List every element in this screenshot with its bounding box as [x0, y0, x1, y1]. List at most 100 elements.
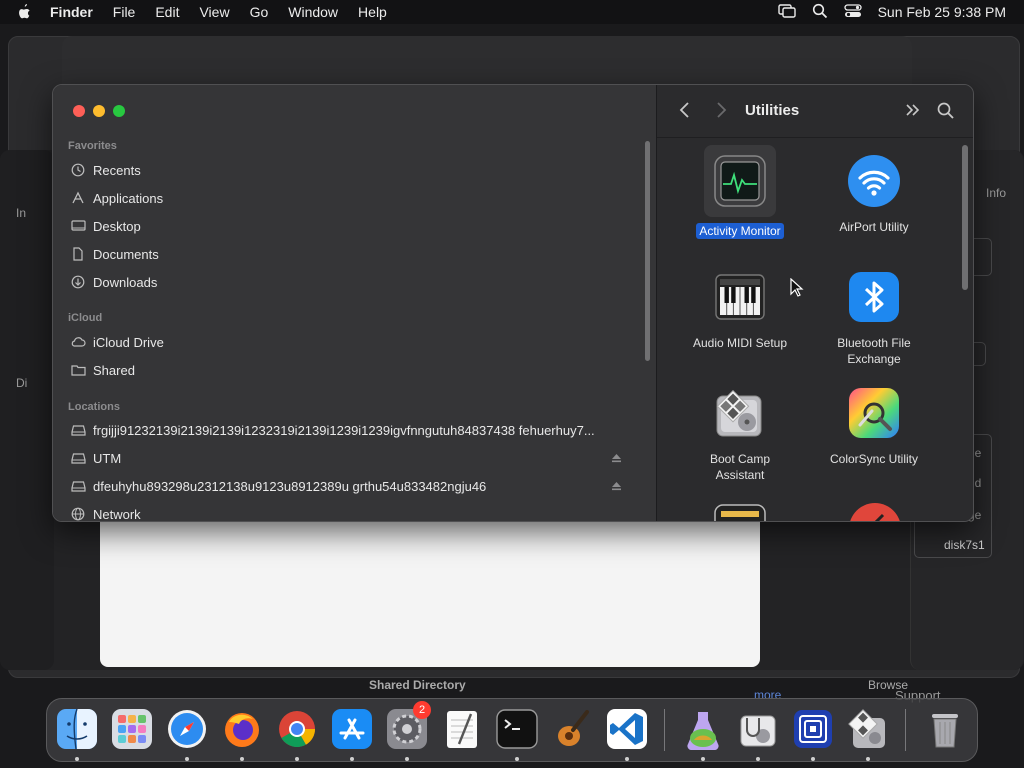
applications-icon — [69, 190, 87, 206]
app-activity-monitor[interactable]: Activity Monitor — [680, 145, 800, 239]
menu-view[interactable]: View — [199, 4, 229, 20]
wifi-icon — [842, 149, 906, 213]
document-icon — [69, 246, 87, 262]
dock-app-store-icon[interactable] — [330, 707, 374, 751]
dock-disk-utility-icon[interactable] — [681, 707, 725, 751]
sidebar-item-label: iCloud Drive — [93, 334, 164, 350]
finder-content: Utilities Activity Monitor AirPort Utili… — [656, 85, 973, 521]
mouse-pointer-icon — [790, 277, 804, 303]
sidebar-scrollbar[interactable] — [645, 141, 650, 361]
shared-folder-icon — [69, 362, 87, 378]
dock-garageband-icon[interactable] — [550, 707, 594, 751]
app-audio-midi-setup[interactable]: Audio MIDI Setup — [680, 265, 800, 351]
app-label: AirPort Utility — [839, 220, 909, 234]
menu-bar: Finder File Edit View Go Window Help Sun… — [0, 0, 1024, 24]
sidebar-item-network[interactable]: Network — [69, 503, 141, 521]
running-indicator — [405, 757, 409, 761]
disk-icon — [69, 478, 87, 494]
dock-utm-icon[interactable] — [791, 707, 835, 751]
dock-vscode-icon[interactable] — [605, 707, 649, 751]
download-icon — [69, 274, 87, 290]
disk-icon — [69, 450, 87, 466]
app-bluetooth-file-exchange[interactable]: Bluetooth File Exchange — [814, 265, 934, 367]
app-label: Bluetooth File Exchange — [814, 335, 934, 367]
dock-launchpad-icon[interactable] — [110, 707, 154, 751]
running-indicator — [701, 757, 705, 761]
dock-safari-icon[interactable] — [165, 707, 209, 751]
app-colorsync-utility[interactable]: ColorSync Utility — [814, 381, 934, 467]
dock-system-settings-icon[interactable]: 2 — [385, 701, 431, 751]
app-label-line-1: Bluetooth File — [837, 336, 911, 350]
dock-firefox-icon[interactable] — [220, 707, 264, 751]
dock-utility-icon[interactable] — [736, 707, 780, 751]
zoom-button[interactable] — [113, 105, 125, 117]
sidebar-item-shared[interactable]: Shared — [69, 359, 135, 381]
toolbar-overflow-icon[interactable] — [905, 103, 921, 122]
search-icon[interactable] — [937, 102, 954, 124]
dock: 2 — [46, 698, 978, 762]
dock-trash-icon[interactable] — [923, 707, 967, 751]
apple-menu-icon[interactable] — [16, 3, 36, 21]
eject-icon[interactable] — [611, 451, 622, 466]
dock-boot-camp-icon[interactable] — [846, 707, 890, 751]
sidebar-item-label: Documents — [93, 246, 159, 262]
folder-title: Utilities — [745, 102, 800, 119]
forward-chevron-icon[interactable] — [715, 101, 727, 124]
menu-help[interactable]: Help — [358, 4, 387, 20]
sidebar-item-utm[interactable]: UTM — [69, 447, 649, 469]
dock-chrome-icon[interactable] — [275, 707, 319, 751]
console-icon[interactable] — [713, 503, 767, 521]
running-indicator — [756, 757, 760, 761]
info-label[interactable]: Info — [986, 186, 1006, 200]
sidebar-item-icloud-drive[interactable]: iCloud Drive — [69, 331, 164, 353]
sidebar-item-documents[interactable]: Documents — [69, 243, 159, 265]
desktop-icon — [69, 218, 87, 234]
locations-header: Locations — [68, 401, 120, 413]
menu-go[interactable]: Go — [250, 4, 269, 20]
running-indicator — [75, 757, 79, 761]
disk-icon — [69, 422, 87, 438]
sidebar-item-label: Downloads — [93, 274, 158, 290]
piano-keyboard-icon — [708, 265, 772, 329]
content-scrollbar[interactable] — [962, 145, 968, 290]
sidebar-item-location-3[interactable]: dfeuhyhu893298u2312138u9123u8912389u grt… — [69, 475, 649, 497]
running-indicator — [811, 757, 815, 761]
dock-terminal-icon[interactable] — [495, 707, 539, 751]
app-boot-camp-assistant[interactable]: Boot Camp Assistant — [680, 381, 800, 483]
menu-file[interactable]: File — [113, 4, 136, 20]
control-center-icon[interactable] — [843, 3, 862, 21]
eject-icon[interactable] — [611, 479, 622, 494]
running-indicator — [240, 757, 244, 761]
app-airport-utility[interactable]: AirPort Utility — [814, 149, 934, 235]
menu-app-name[interactable]: Finder — [50, 4, 93, 20]
screen-mirroring-icon[interactable] — [777, 3, 796, 21]
dock-separator — [664, 709, 665, 751]
sidebar-item-applications[interactable]: Applications — [69, 187, 163, 209]
shared-directory-label: Shared Directory — [369, 678, 466, 692]
app-label-line-2: Exchange — [847, 352, 901, 366]
sidebar-item-downloads[interactable]: Downloads — [69, 271, 157, 293]
back-chevron-icon[interactable] — [679, 101, 691, 124]
finder-window: Favorites Recents Applications Desktop D… — [52, 84, 974, 522]
menu-clock[interactable]: Sun Feb 25 9:38 PM — [878, 4, 1006, 20]
digital-color-meter-icon[interactable] — [847, 501, 903, 521]
bg-label-fragment-2: Di — [16, 376, 28, 390]
running-indicator — [515, 757, 519, 761]
dock-finder-icon[interactable] — [55, 707, 99, 751]
running-indicator — [625, 757, 629, 761]
app-label-line-1: Boot Camp — [709, 452, 771, 466]
sidebar-item-desktop[interactable]: Desktop — [69, 215, 141, 237]
sidebar-item-label: Recents — [93, 162, 141, 178]
sidebar-item-label: Shared — [93, 362, 135, 378]
background-white-panel — [100, 515, 760, 667]
sidebar-item-recents[interactable]: Recents — [69, 159, 141, 181]
minimize-button[interactable] — [93, 105, 105, 117]
spotlight-search-icon[interactable] — [812, 3, 828, 22]
close-button[interactable] — [73, 105, 85, 117]
bluetooth-icon — [842, 265, 906, 329]
icloud-header: iCloud — [68, 312, 103, 324]
menu-edit[interactable]: Edit — [155, 4, 179, 20]
menu-window[interactable]: Window — [288, 4, 338, 20]
dock-textedit-icon[interactable] — [440, 707, 484, 751]
sidebar-item-location-1[interactable]: frgijji91232139i2139i2139i1232319i2139i1… — [69, 419, 649, 441]
